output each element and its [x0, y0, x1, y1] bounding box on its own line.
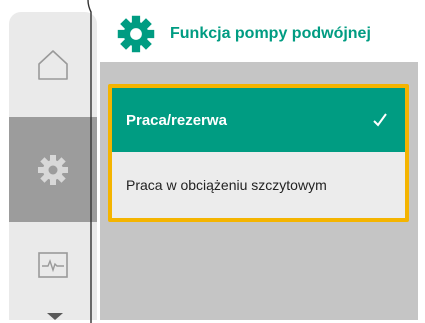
screen: Funkcja pompy podwójnej Praca/rezerwa Pr… — [0, 0, 425, 323]
sidebar-item-home[interactable] — [9, 12, 97, 117]
menu-item-praca-rezerwa[interactable]: Praca/rezerwa — [112, 88, 405, 152]
menu-item-label: Praca/rezerwa — [126, 111, 227, 129]
content-area: Praca/rezerwa Praca w obciążeniu szczyto… — [100, 62, 418, 320]
page-title: Funkcja pompy podwójnej — [170, 25, 371, 42]
checkmark-icon — [373, 113, 387, 127]
menu-item-label: Praca w obciążeniu szczytowym — [126, 177, 327, 193]
home-icon — [38, 49, 68, 80]
chevron-down-icon[interactable] — [47, 313, 63, 320]
menu-focus-frame: Praca/rezerwa Praca w obciążeniu szczyto… — [108, 84, 409, 222]
sidebar-item-monitor[interactable] — [9, 222, 97, 307]
pulse-monitor-icon — [38, 251, 68, 278]
menu-item-praca-szczytowa[interactable]: Praca w obciążeniu szczytowym — [112, 152, 405, 218]
gear-icon — [114, 12, 158, 56]
header: Funkcja pompy podwójnej — [100, 12, 418, 56]
sidebar-item-settings[interactable] — [9, 117, 97, 222]
sidebar-divider — [87, 0, 92, 323]
gear-icon — [38, 154, 68, 185]
sidebar — [9, 12, 97, 320]
